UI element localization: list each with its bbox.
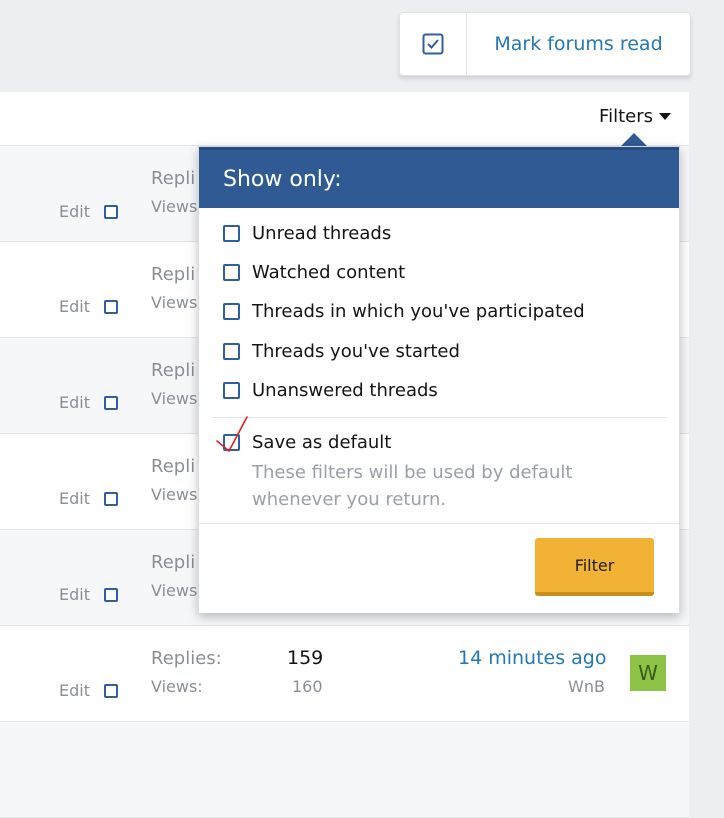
edit-label: Edit	[59, 585, 90, 604]
filter-button[interactable]: Filter	[535, 538, 654, 596]
option-checkbox[interactable]	[223, 303, 240, 320]
option-label: Unanswered threads	[252, 380, 438, 401]
filters-menu: Show only: Unread threads Watched conten…	[198, 146, 680, 613]
menu-pointer	[621, 133, 647, 146]
select-checkbox[interactable]	[103, 299, 118, 314]
views-label: Views	[151, 197, 198, 216]
filter-option-unanswered[interactable]: Unanswered threads	[223, 380, 438, 401]
replies-label: Repli	[151, 552, 196, 573]
option-checkbox[interactable]	[223, 343, 240, 360]
edit-control[interactable]: Edit	[59, 297, 118, 316]
views-label: Views	[151, 485, 198, 504]
filters-label: Filters	[599, 106, 653, 127]
edit-control[interactable]: Edit	[59, 489, 118, 508]
option-label: Watched content	[252, 262, 406, 283]
thread-row[interactable]: Edit Replies: Views: 159 160 14 minutes …	[0, 626, 689, 722]
select-checkbox[interactable]	[103, 491, 118, 506]
edit-label: Edit	[59, 393, 90, 412]
edit-label: Edit	[59, 202, 90, 221]
filter-option-started[interactable]: Threads you've started	[223, 341, 460, 362]
filters-dropdown[interactable]: Filters	[599, 106, 671, 127]
edit-control[interactable]: Edit	[59, 202, 118, 221]
replies-label: Replies:	[151, 648, 222, 669]
views-label: Views	[151, 293, 198, 312]
save-default-hint: These filters will be used by default wh…	[252, 462, 573, 510]
avatar[interactable]: W	[630, 655, 666, 691]
menu-title: Show only:	[199, 147, 679, 208]
filter-option-unread[interactable]: Unread threads	[223, 223, 391, 244]
replies-label: Repli	[151, 456, 196, 477]
select-checkbox[interactable]	[103, 204, 118, 219]
select-checkbox[interactable]	[103, 587, 118, 602]
menu-divider	[211, 417, 667, 418]
thread-row[interactable]	[0, 722, 689, 818]
views-count: 160	[292, 677, 323, 696]
option-label: Unread threads	[252, 223, 392, 244]
edit-control[interactable]: Edit	[59, 393, 118, 412]
option-checkbox[interactable]	[223, 264, 240, 281]
replies-label: Repli	[151, 168, 196, 189]
checkbox-icon	[400, 13, 467, 75]
red-checkmark-icon	[216, 416, 248, 453]
views-label: Views	[151, 389, 198, 408]
filter-option-watched[interactable]: Watched content	[223, 262, 405, 283]
caret-down-icon	[659, 113, 671, 120]
option-checkbox[interactable]	[223, 225, 240, 242]
option-label: Threads you've started	[252, 341, 460, 362]
replies-count: 159	[287, 647, 324, 669]
replies-label: Repli	[151, 360, 196, 381]
select-checkbox[interactable]	[103, 395, 118, 410]
edit-control[interactable]: Edit	[59, 585, 118, 604]
option-checkbox[interactable]	[223, 382, 240, 399]
edit-label: Edit	[59, 681, 90, 700]
views-label: Views:	[151, 677, 203, 696]
option-label: Threads in which you've participated	[252, 301, 585, 322]
save-default-label: Save as default	[252, 432, 392, 453]
select-checkbox[interactable]	[103, 683, 118, 698]
replies-label: Repli	[151, 264, 196, 285]
mark-forums-read-button[interactable]: Mark forums read	[399, 12, 691, 76]
views-label: Views	[151, 581, 198, 600]
edit-label: Edit	[59, 297, 90, 316]
menu-footer: Filter	[199, 523, 679, 613]
last-poster-name[interactable]: WnB	[568, 677, 605, 696]
edit-label: Edit	[59, 489, 90, 508]
last-post-time-link[interactable]: 14 minutes ago	[458, 647, 607, 669]
filter-bar: Filters	[0, 92, 689, 146]
filter-option-participated[interactable]: Threads in which you've participated	[223, 301, 585, 322]
mark-forums-read-label: Mark forums read	[494, 33, 663, 55]
edit-control[interactable]: Edit	[59, 681, 118, 700]
